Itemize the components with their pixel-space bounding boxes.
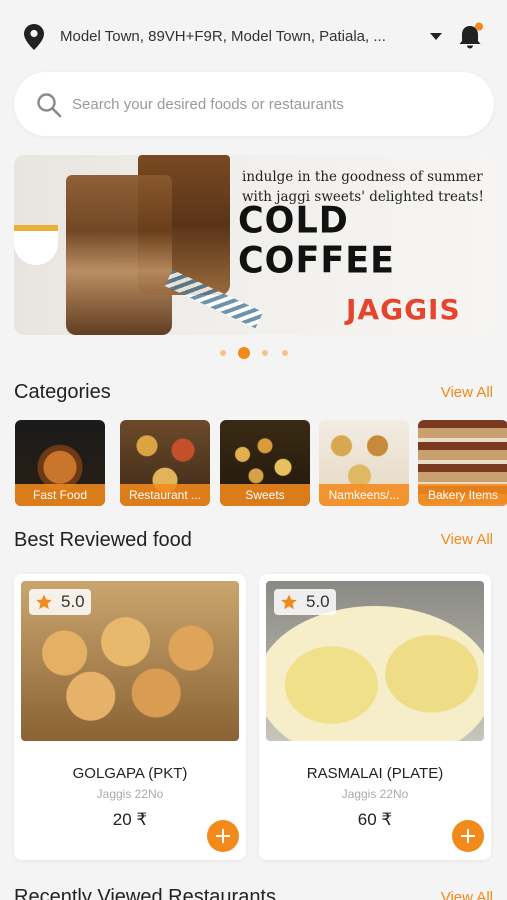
golgapa-image: 5.0	[21, 581, 239, 741]
current-address[interactable]: Model Town, 89VH+F9R, Model Town, Patial…	[60, 28, 386, 45]
banner-headline-line1: COLD	[238, 200, 349, 243]
add-to-cart-button[interactable]	[207, 820, 239, 852]
banner-tagline-line1: indulge in the goodness of summer	[242, 169, 483, 185]
carousel-dot-1[interactable]	[220, 350, 226, 356]
location-bar[interactable]: Model Town, 89VH+F9R, Model Town, Patial…	[0, 14, 507, 58]
carousel-indicator	[0, 346, 507, 360]
carousel-dot-2[interactable]	[238, 347, 250, 359]
best-reviewed-title: Best Reviewed food	[14, 529, 192, 551]
carousel-dot-4[interactable]	[282, 350, 288, 356]
search-bar[interactable]	[14, 72, 494, 136]
recently-viewed-title: Recently Viewed Restaurants	[14, 886, 276, 900]
star-icon	[36, 594, 52, 610]
rating-value: 5.0	[306, 592, 330, 611]
food-card[interactable]: 5.0 RASMALAI (PLATE) Jaggis 22No 60 ₹	[259, 574, 491, 860]
restaurant-name: Jaggis 22No	[96, 787, 164, 801]
categories-list: Fast Food Restaurant ... Sweets Namkeens…	[14, 420, 507, 508]
category-namkeens[interactable]: Namkeens/...	[319, 420, 409, 506]
rasmalai-image: 5.0	[266, 581, 484, 741]
rating-badge: 5.0	[29, 589, 91, 615]
food-card[interactable]: 5.0 GOLGAPA (PKT) Jaggis 22No 20 ₹	[14, 574, 246, 860]
search-input[interactable]	[72, 90, 472, 118]
banner-brand-logo: JAGGIS	[346, 293, 461, 326]
category-label: Restaurant ...	[120, 484, 210, 506]
rating-value: 5.0	[61, 592, 85, 611]
category-fast-food[interactable]: Fast Food	[15, 420, 105, 506]
category-label: Sweets	[220, 484, 310, 506]
categories-title: Categories	[14, 381, 111, 403]
categories-view-all-link[interactable]: View All	[441, 384, 493, 401]
caret-down-icon[interactable]	[430, 33, 442, 40]
category-label: Fast Food	[15, 484, 105, 506]
bell-icon[interactable]	[458, 22, 484, 50]
best-reviewed-view-all-link[interactable]: View All	[441, 531, 493, 548]
search-icon	[37, 93, 62, 118]
category-label: Bakery Items	[418, 484, 507, 506]
food-name: RASMALAI (PLATE)	[306, 765, 444, 782]
food-name: GOLGAPA (PKT)	[72, 765, 188, 782]
star-icon	[281, 594, 297, 610]
banner-coffee-glass-front	[66, 175, 172, 335]
category-label: Namkeens/...	[319, 484, 409, 506]
category-bakery-items[interactable]: Bakery Items	[418, 420, 507, 506]
recently-viewed-view-all-link[interactable]: View All	[441, 889, 493, 900]
category-sweets[interactable]: Sweets	[220, 420, 310, 506]
banner-headline-line2: COFFEE	[238, 239, 396, 282]
category-restaurant[interactable]: Restaurant ...	[120, 420, 210, 506]
banner-headline: COLD COFFEE	[238, 201, 395, 281]
carousel-dot-3[interactable]	[262, 350, 268, 356]
restaurant-name: Jaggis 22No	[341, 787, 409, 801]
rating-badge: 5.0	[274, 589, 336, 615]
banner-bowl-image	[14, 225, 58, 265]
add-to-cart-button[interactable]	[452, 820, 484, 852]
notification-dot	[475, 22, 483, 31]
promo-banner[interactable]: indulge in the goodness of summer with j…	[14, 155, 494, 335]
map-pin-icon	[24, 24, 44, 50]
